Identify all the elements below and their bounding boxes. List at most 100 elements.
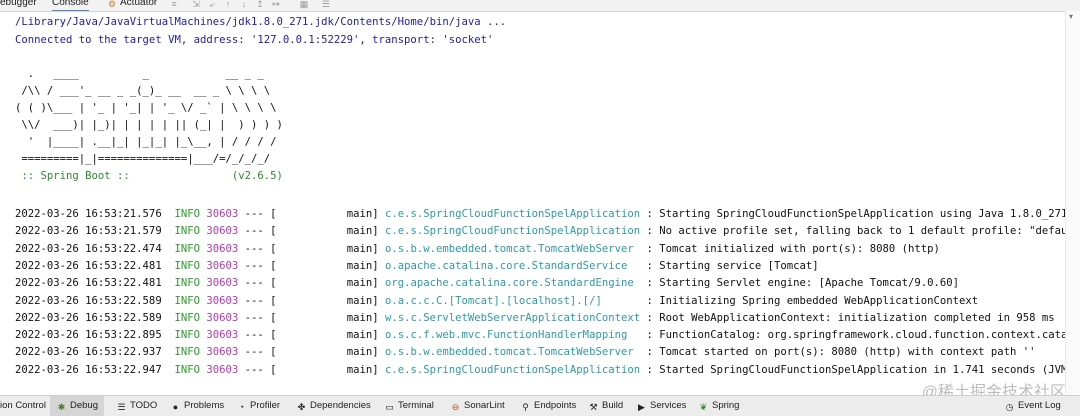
- log-line: 2022-03-26 16:53:21.579 INFO 30603 --- […: [15, 224, 1066, 238]
- log-thread: --- [ main]: [238, 225, 385, 238]
- log-message: : Starting SpringCloudFunctionSpelApplic…: [640, 208, 1066, 220]
- tool-todo[interactable]: ☰ TODO: [116, 396, 157, 416]
- banner-line: =========|_|==============|___/=/_/_/_/: [15, 153, 271, 165]
- scroll-marker-icon: ▾: [1069, 12, 1074, 21]
- tool-build[interactable]: ⚒ Build: [588, 396, 623, 416]
- log-level: INFO: [174, 294, 200, 307]
- tool-label: Dependencies: [310, 400, 371, 411]
- actuator-icon: ⚙: [107, 0, 117, 9]
- list-icon[interactable]: ☰: [320, 0, 332, 9]
- tool-label: Build: [602, 400, 624, 411]
- tool-label: Services: [650, 400, 687, 411]
- log-message: : Started SpringCloudFunctionSpelApplica…: [640, 363, 1066, 376]
- log-timestamp: 2022-03-26 16:53:22.895: [15, 329, 162, 342]
- log-level: INFO: [174, 208, 200, 220]
- log-message: : Starting service [Tomcat]: [640, 259, 819, 272]
- log-message: : Tomcat initialized with port(s): 8080 …: [640, 242, 940, 255]
- tool-terminal[interactable]: ▭ Terminal: [384, 396, 434, 416]
- log-level: INFO: [174, 225, 200, 238]
- log-line: 2022-03-26 16:53:22.589 INFO 30603 --- […: [15, 294, 978, 308]
- run-to-cursor-icon[interactable]: ↦: [270, 0, 282, 9]
- step-out-icon[interactable]: ↥: [254, 0, 266, 9]
- tool-services[interactable]: ▶ Services: [636, 396, 686, 416]
- log-logger: o.s.b.w.embedded.tomcat.TomcatWebServer: [384, 242, 641, 255]
- tool-label: Profiler: [250, 400, 281, 411]
- log-timestamp: 2022-03-26 16:53:22.481: [15, 277, 162, 290]
- tool-label: Event Log: [1018, 400, 1061, 411]
- tool-label: TODO: [130, 400, 158, 411]
- log-pid: 30603: [206, 294, 239, 307]
- tool-problems[interactable]: ● Problems: [170, 396, 224, 416]
- menu-icon[interactable]: ≡: [168, 0, 180, 9]
- log-thread: --- [ main]: [238, 363, 385, 376]
- log-level: INFO: [174, 277, 200, 290]
- log-message: : Root WebApplicationContext: initializa…: [640, 311, 1055, 324]
- tool-sonarlint[interactable]: ⊖ SonarLint: [450, 396, 505, 416]
- tab-debugger[interactable]: ebugger: [0, 0, 37, 8]
- table-icon[interactable]: ▦: [298, 0, 310, 9]
- log-pid: 30603: [206, 242, 239, 255]
- tool-profiler[interactable]: ◔ Profiler: [236, 396, 280, 416]
- log-thread: --- [ main]: [238, 259, 385, 272]
- log-pid: 30603: [206, 329, 239, 342]
- log-line: 2022-03-26 16:53:22.947 INFO 30603 --- […: [15, 363, 1066, 377]
- log-thread: --- [ main]: [238, 242, 385, 255]
- log-pid: 30603: [206, 277, 239, 290]
- tool-window-bar: ion Control ✱ Debug ☰ TODO ● Problems ◔ Prof…: [0, 395, 1080, 416]
- spring-boot-version: :: Spring Boot :: (v2.6.5): [15, 170, 283, 182]
- tool-endpoints[interactable]: ⚲ Endpoints: [520, 396, 576, 416]
- tool-version-control[interactable]: ion Control: [0, 396, 46, 416]
- log-thread: --- [ main]: [238, 277, 385, 290]
- tab-actuator[interactable]: Actuator: [120, 0, 157, 8]
- tool-spring[interactable]: ❦ Spring: [698, 396, 740, 416]
- log-pid: 30603: [206, 259, 239, 272]
- log-timestamp: 2022-03-26 16:53:22.481: [15, 259, 162, 272]
- log-logger: o.a.c.c.C.[Tomcat].[localhost].[/]: [384, 294, 641, 307]
- spring-icon: ❦: [699, 402, 708, 412]
- tool-dependencies[interactable]: ✤ Dependencies: [296, 396, 371, 416]
- log-level: INFO: [174, 259, 200, 272]
- log-pid: 30603: [206, 225, 239, 238]
- log-thread: --- [ main]: [238, 311, 385, 324]
- build-icon: ⚒: [589, 402, 598, 412]
- list-icon: ☰: [117, 402, 126, 412]
- soft-wrap-icon[interactable]: ⤶: [206, 0, 218, 9]
- log-thread: --- [ main]: [238, 208, 385, 220]
- tool-label: Terminal: [398, 400, 434, 411]
- banner-line: \\/ ___)| |_)| | | | | || (_| | ) ) ) ): [15, 119, 283, 131]
- connected-message: Connected to the target VM, address: '12…: [15, 34, 494, 46]
- log-line: 2022-03-26 16:53:22.937 INFO 30603 --- […: [15, 345, 1036, 359]
- log-timestamp: 2022-03-26 16:53:22.589: [15, 311, 162, 324]
- scroll-end-icon[interactable]: ⇲: [190, 0, 202, 9]
- log-logger: w.s.c.ServletWebServerApplicationContext: [384, 311, 641, 324]
- banner-line: ' |____| .__|_| |_|_| |_\__, | / / / /: [15, 136, 277, 148]
- tool-label: ion Control: [0, 400, 46, 411]
- log-pid: 30603: [206, 363, 239, 376]
- log-pid: 30603: [206, 311, 239, 324]
- log-timestamp: 2022-03-26 16:53:22.947: [15, 363, 162, 376]
- console-scrollbar[interactable]: ▾: [1065, 11, 1080, 395]
- event-log-icon: ◷: [1005, 402, 1014, 412]
- log-thread: --- [ main]: [238, 294, 385, 307]
- log-message: : FunctionCatalog: org.springframework.c…: [640, 329, 1066, 342]
- log-line: 2022-03-26 16:53:22.589 INFO 30603 --- […: [15, 311, 1055, 325]
- console-output[interactable]: /Library/Java/JavaVirtualMachines/jdk1.8…: [0, 11, 1066, 395]
- log-pid: 30603: [206, 208, 239, 220]
- log-message: : No active profile set, falling back to…: [640, 225, 1066, 238]
- log-level: INFO: [174, 311, 200, 324]
- tool-debug[interactable]: ✱ Debug: [50, 396, 104, 416]
- log-thread: --- [ main]: [238, 329, 385, 342]
- problems-icon: ●: [172, 402, 179, 412]
- tool-label: Endpoints: [534, 400, 577, 411]
- tool-event-log[interactable]: ◷ Event Log: [1004, 396, 1061, 416]
- log-timestamp: 2022-03-26 16:53:22.937: [15, 346, 162, 359]
- bug-icon: ✱: [57, 402, 66, 412]
- log-line: 2022-03-26 16:53:22.481 INFO 30603 --- […: [15, 259, 819, 273]
- log-logger: c.e.s.SpringCloudFunctionSpelApplication: [384, 363, 641, 376]
- tool-label: Problems: [184, 400, 225, 411]
- banner-line: /\\ / ___'_ __ _ _(_)_ __ __ _ \ \ \ \: [15, 85, 271, 97]
- down-icon[interactable]: ↓: [238, 0, 250, 9]
- dependencies-icon: ✤: [297, 402, 306, 412]
- log-level: INFO: [174, 363, 200, 376]
- up-icon[interactable]: ↑: [222, 0, 234, 9]
